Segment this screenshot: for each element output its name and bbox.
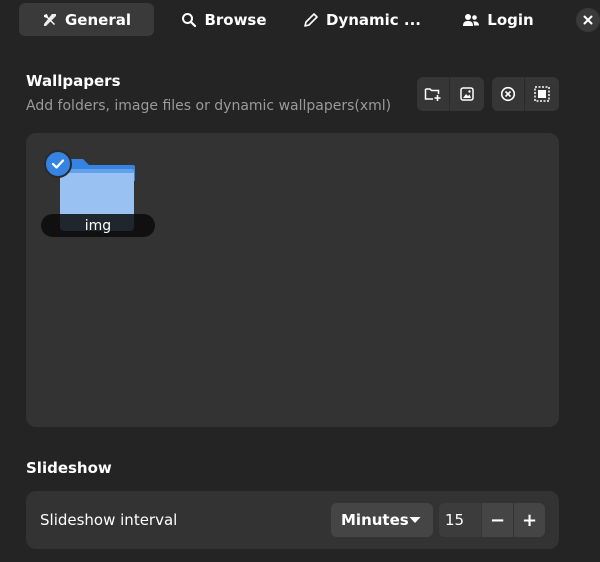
tab-label: General [65,10,131,29]
tab-general[interactable]: General [19,3,154,36]
add-folder-button[interactable] [417,77,450,111]
tab-label: Dynamic ... [325,10,421,29]
chevron-down-icon [409,517,421,523]
search-icon [182,12,197,27]
slideshow-interval-row: Slideshow interval Minutes 15 − + [26,491,559,549]
add-image-icon [459,87,474,101]
increment-button[interactable]: + [513,503,545,537]
tab-label: Login [487,10,534,29]
tools-icon [44,13,56,26]
remove-icon [500,86,516,102]
select-all-button[interactable] [525,77,558,111]
close-icon [583,15,593,25]
remove-button[interactable] [492,77,525,111]
manage-button-group [492,77,559,111]
add-folder-icon [424,88,441,101]
interval-value-input[interactable]: 15 [439,503,481,537]
select-all-icon [533,86,550,102]
tab-bar: General Browse Dynamic ... Login [0,0,600,40]
wallpapers-subtitle: Add folders, image files or dynamic wall… [26,98,392,114]
interval-spinbutton: 15 − + [439,503,545,537]
add-button-group [417,77,484,111]
selected-check [44,150,72,178]
decrement-button[interactable]: − [481,503,513,537]
wallpapers-title: Wallpapers [26,72,121,90]
close-button[interactable] [576,8,600,32]
wallpaper-list: img [26,133,559,427]
tab-browse[interactable]: Browse [168,3,280,36]
interval-unit-dropdown[interactable]: Minutes [331,503,433,537]
check-icon [51,159,65,169]
tab-dynamic[interactable]: Dynamic ... [292,3,432,36]
slideshow-title: Slideshow [26,459,112,477]
add-image-button[interactable] [450,77,483,111]
tab-login[interactable]: Login [448,3,548,36]
users-icon [463,13,480,26]
wallpaper-item-label: img [41,214,155,237]
tab-label: Browse [204,10,267,29]
wallpaper-item[interactable]: img [41,150,155,241]
pencil-icon [304,12,318,27]
interval-unit-value: Minutes [341,511,409,529]
slideshow-interval-label: Slideshow interval [40,511,178,529]
